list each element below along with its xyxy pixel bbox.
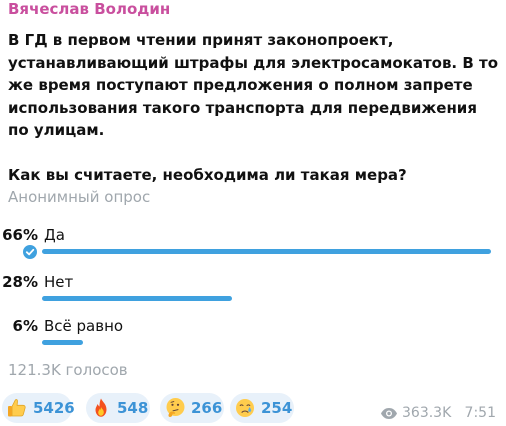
poll-question: Как вы считаете, необходима ли такая мер… bbox=[8, 166, 407, 184]
poll-option-indifferent[interactable]: 6% Всё равно bbox=[0, 317, 506, 353]
author-name[interactable]: Вячеслав Володин bbox=[8, 0, 170, 18]
message-bubble: Вячеслав Володин В ГД в первом чтении пр… bbox=[0, 0, 506, 426]
message-paragraph: В ГД в первом чтении принят законопроект… bbox=[8, 31, 499, 139]
thumbs-up-icon bbox=[8, 399, 26, 417]
poll-option-yes[interactable]: 66% Да bbox=[0, 226, 506, 262]
fire-icon bbox=[95, 398, 107, 417]
poll-option-percent: 28% bbox=[2, 273, 38, 291]
reaction-count: 548 bbox=[117, 399, 149, 417]
reaction-thinking[interactable]: 266 bbox=[160, 393, 224, 423]
message-text: В ГД в первом чтении принят законопроект… bbox=[8, 29, 500, 187]
poll-type-label: Анонимный опрос bbox=[8, 188, 151, 206]
crying-face-icon bbox=[236, 399, 254, 417]
poll-option-label: Всё равно bbox=[44, 317, 124, 335]
poll-option-bar bbox=[42, 249, 491, 254]
poll-option-no[interactable]: 28% Нет bbox=[0, 273, 506, 309]
total-votes[interactable]: 121.3K голосов bbox=[8, 361, 128, 379]
reaction-count: 254 bbox=[261, 399, 293, 417]
poll-option-label: Да bbox=[44, 226, 65, 244]
reaction-count: 266 bbox=[191, 399, 223, 417]
poll-option-percent: 66% bbox=[2, 226, 38, 244]
reaction-crying[interactable]: 254 bbox=[230, 393, 294, 423]
poll-option-percent: 6% bbox=[12, 317, 38, 335]
message-meta: 363.3K 7:51 bbox=[380, 405, 496, 423]
message-time: 7:51 bbox=[464, 405, 496, 421]
poll-option-label: Нет bbox=[44, 273, 74, 291]
reaction-thumbs-up[interactable]: 5426 bbox=[2, 393, 75, 423]
thinking-face-icon bbox=[166, 398, 185, 417]
eye-icon bbox=[381, 408, 397, 419]
poll-option-bar bbox=[42, 296, 232, 301]
poll-option-bar bbox=[42, 340, 83, 345]
reaction-count: 5426 bbox=[33, 399, 75, 417]
reaction-fire[interactable]: 548 bbox=[86, 393, 150, 423]
check-icon bbox=[22, 244, 38, 260]
view-count: 363.3K bbox=[402, 405, 452, 421]
